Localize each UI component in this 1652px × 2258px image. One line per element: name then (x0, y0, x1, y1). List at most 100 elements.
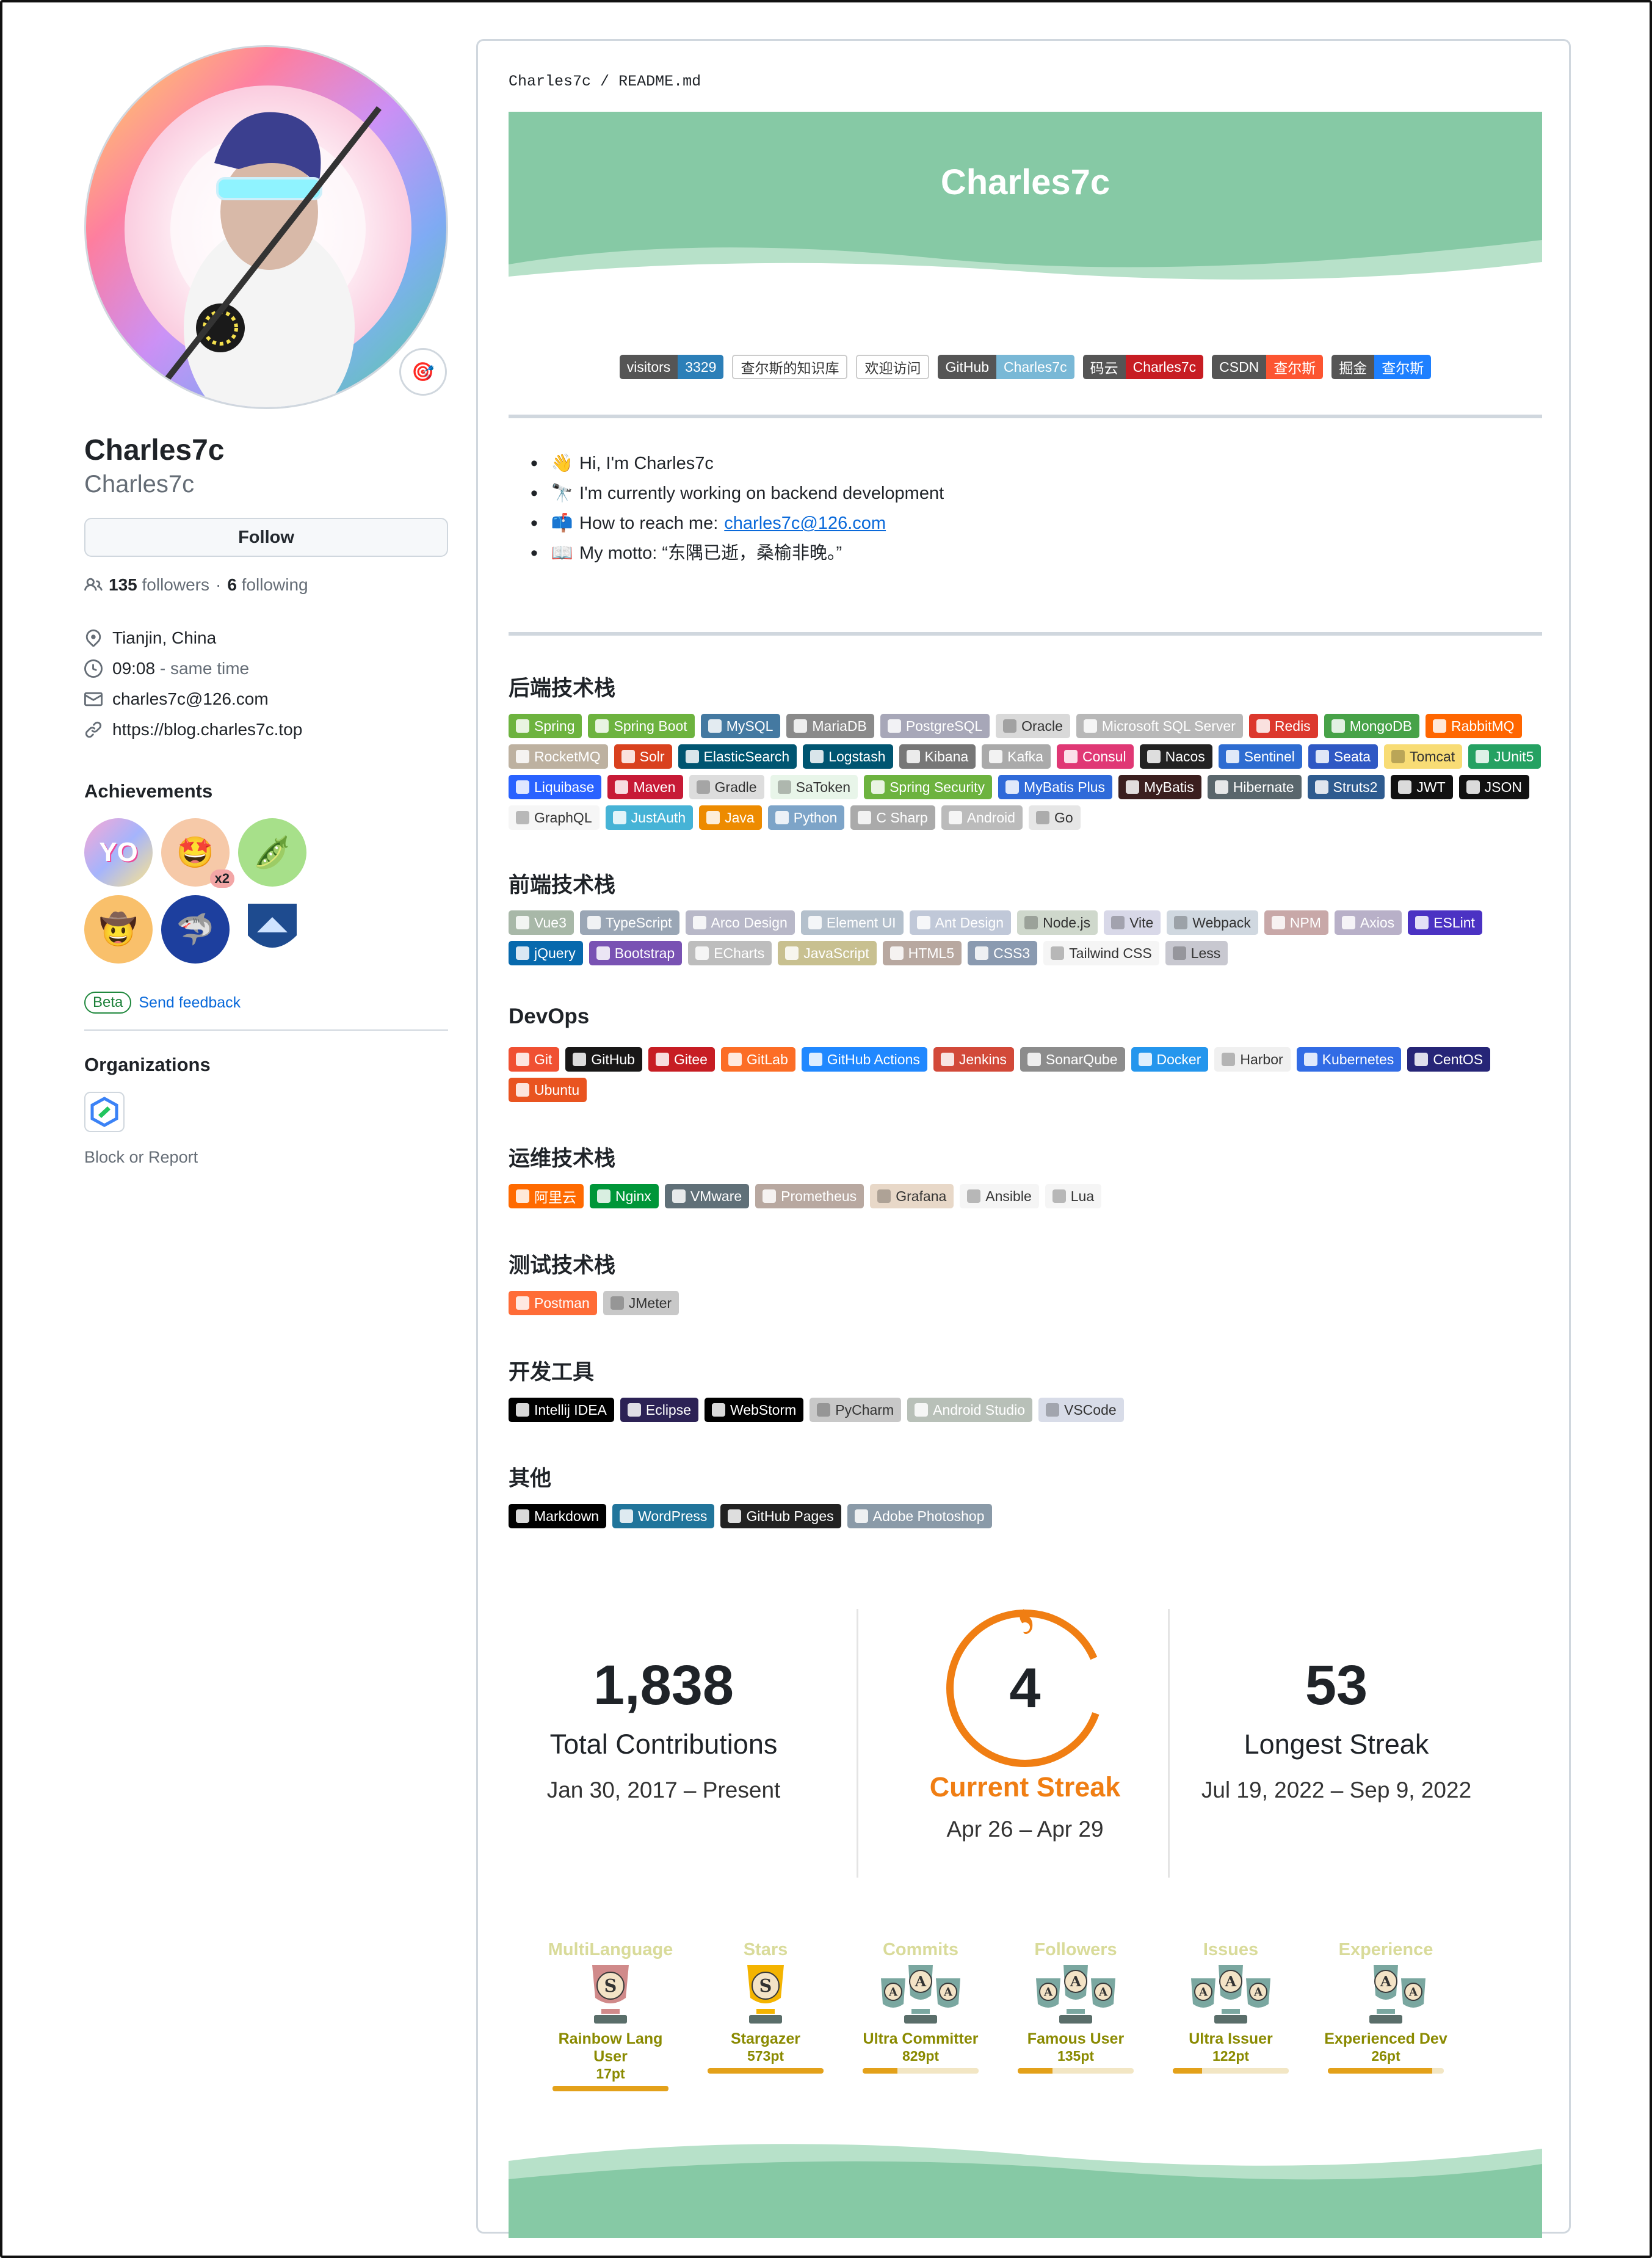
badge-label: GitHub (591, 1051, 635, 1067)
lua-badge: Lua (1045, 1184, 1102, 1208)
nginx-badge: Nginx (590, 1184, 659, 1208)
jenkins-badge: Jenkins (933, 1047, 1014, 1072)
total-contributions: 1,838 Total Contributions Jan 30, 2017 –… (509, 1652, 819, 1806)
intro-text: Hi, I'm Charles7c (579, 454, 714, 473)
current-streak-value: 4 (1009, 1657, 1041, 1719)
pull-shark-achievement-icon[interactable]: 🦈 (161, 895, 230, 964)
svg-text:A: A (1070, 1973, 1082, 1990)
block-or-report-link[interactable]: Block or Report (84, 1148, 448, 1167)
svg-text:S: S (604, 1975, 617, 1996)
python-badge: Python (767, 805, 845, 830)
sonarqube-icon (1027, 1053, 1041, 1066)
longest-streak-label: Longest Streak (1244, 1729, 1429, 1760)
badge-label: SonarQube (1045, 1051, 1118, 1067)
badge-label: Ansible (985, 1188, 1032, 1204)
go-badge: Go (1028, 805, 1081, 830)
email-link[interactable]: charles7c@126.com (112, 689, 269, 709)
arctic-code-vault-icon[interactable] (238, 895, 306, 964)
jwt-badge: JWT (1391, 775, 1453, 799)
badge-label: RabbitMQ (1451, 717, 1515, 734)
android-icon (948, 811, 962, 824)
badge-label: Harbor (1240, 1051, 1283, 1067)
total-contributions-value: 1,838 (593, 1654, 734, 1716)
website-link[interactable]: https://blog.charles7c.top (112, 720, 302, 739)
kubernetes-icon (1303, 1053, 1317, 1066)
badge-label: Spring (534, 717, 575, 734)
grafana-badge: Grafana (870, 1184, 954, 1208)
badge-label: ECharts (714, 945, 765, 961)
shield-badge-4[interactable]: 码云 Charles7c (1082, 355, 1204, 379)
badge-label: Sentinel (1244, 748, 1295, 764)
ubuntu-icon (516, 1083, 529, 1097)
html5-badge: HTML5 (882, 941, 962, 965)
badge-label: Nacos (1165, 748, 1205, 764)
yolo-achievement-icon[interactable]: YO (84, 818, 153, 887)
graphql-icon (516, 811, 529, 824)
follow-button[interactable]: Follow (84, 518, 448, 557)
achievements-list: YO 🤩 x2 🫛 🤠 🦈 (84, 818, 377, 964)
badge-label: Microsoft SQL Server (1101, 717, 1236, 734)
shield-badge-2[interactable]: 欢迎访问 (856, 355, 930, 379)
badge-label: GitLab (746, 1051, 788, 1067)
path-file-link[interactable]: README.md (618, 73, 701, 90)
shield-badge-0[interactable]: visitors 3329 (619, 355, 724, 379)
total-contributions-range: Jan 30, 2017 – Present (546, 1777, 781, 1802)
hr-1 (509, 415, 1542, 418)
stack-heading: DevOps (509, 1004, 590, 1028)
send-feedback-link[interactable]: Send feedback (139, 994, 241, 1012)
nacos-icon (1147, 750, 1161, 763)
oracle-icon (1003, 719, 1017, 733)
avatar[interactable] (84, 45, 448, 409)
badge-label: Java (725, 809, 755, 826)
status-emoji-button[interactable]: 🎯 (399, 348, 447, 396)
badge-label: Prometheus (781, 1188, 857, 1204)
liquibase-badge: Liquibase (509, 775, 602, 799)
shield-badge-label: 码云 (1082, 355, 1126, 379)
pair-extraordinaire-icon[interactable]: 🫛 (238, 818, 306, 887)
ansible-badge: Ansible (960, 1184, 1039, 1208)
badge-row: Intellij IDEA Eclipse WebStorm PyCharm Andro… (509, 1398, 1542, 1422)
followers-link[interactable]: 135 followers (109, 575, 209, 595)
junit5-badge: JUnit5 (1468, 744, 1542, 769)
shield-badge-1[interactable]: 查尔斯的知识库 (732, 355, 848, 379)
shield-badge-3[interactable]: GitHub Charles7c (938, 355, 1074, 379)
mariadb-icon (794, 719, 808, 733)
trophy-category: MultiLanguage (548, 1940, 673, 1959)
redis-badge: Redis (1248, 714, 1318, 738)
microsoft-sql-server-badge: Microsoft SQL Server (1076, 714, 1243, 738)
elasticsearch-badge: ElasticSearch (678, 744, 797, 769)
item-0-icon (516, 1189, 529, 1203)
email-link[interactable]: charles7c@126.com (724, 509, 886, 539)
organization-avatar[interactable] (84, 1092, 125, 1132)
banner-title: Charles7c (940, 162, 1110, 202)
trophy-points: 17pt (596, 2066, 625, 2082)
badge-label: Tailwind CSS (1069, 945, 1152, 961)
header-banner: Charles7c (509, 112, 1542, 280)
struts2-badge: Struts2 (1307, 775, 1385, 799)
satoken-icon (777, 780, 791, 794)
kafka-badge: Kafka (982, 744, 1051, 769)
quickdraw-achievement-icon[interactable]: 🤩 x2 (161, 818, 234, 888)
shield-badge-5[interactable]: CSDN 查尔斯 (1212, 355, 1324, 379)
shield-badge-value: Charles7c (996, 355, 1074, 379)
sentinel-icon (1225, 750, 1239, 763)
following-link[interactable]: 6 following (227, 575, 308, 595)
intro-text: How to reach me: (579, 514, 719, 533)
svg-text:A: A (1198, 1986, 1208, 1998)
trophy-cup-icon: S (592, 1965, 629, 2024)
path-user-link[interactable]: Charles7c (509, 73, 591, 90)
eslint-badge: ESLint (1408, 910, 1482, 935)
rabbitmq-icon (1432, 719, 1446, 733)
badge-label: JavaScript (803, 945, 869, 961)
shield-badge-6[interactable]: 掘金 查尔斯 (1331, 355, 1432, 379)
webstorm-badge: WebStorm (705, 1398, 804, 1422)
svg-text:A: A (1253, 1986, 1263, 1998)
trophy-progress-fill (1328, 2068, 1432, 2074)
badge-label: Kibana (924, 748, 969, 764)
tailwind-css-icon (1051, 946, 1065, 960)
badge-label: Node.js (1043, 914, 1091, 931)
starstruck-achievement-icon[interactable]: 🤠 (84, 895, 153, 964)
badge-label: TypeScript (605, 914, 672, 931)
vue3-badge: Vue3 (509, 910, 574, 935)
harbor-badge: Harbor (1214, 1047, 1291, 1072)
